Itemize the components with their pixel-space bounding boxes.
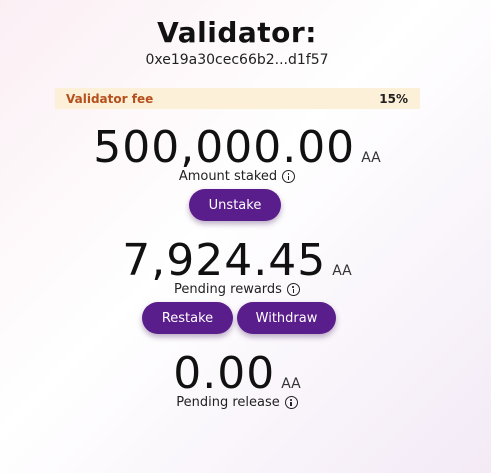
staked-caption-row: Amount staked [0, 169, 474, 184]
release-caption: Pending release [176, 395, 280, 410]
page-title: Validator: [157, 16, 317, 49]
withdraw-button[interactable]: Withdraw [237, 302, 336, 334]
info-icon[interactable] [286, 283, 300, 296]
rewards-unit: AA [332, 263, 352, 279]
release-amount: 0.00 [173, 348, 276, 399]
validator-page: Validator: 0xe19a30cec66b2...d1f57 Valid… [0, 0, 491, 473]
rewards-caption-row: Pending rewards [0, 282, 474, 297]
rewards-amount-row: 7,924.45 AA [0, 235, 474, 286]
validator-fee-label: Validator fee [66, 91, 154, 106]
staked-amount-row: 500,000.00 AA [0, 122, 474, 173]
info-icon[interactable] [282, 170, 296, 183]
rewards-caption: Pending rewards [174, 282, 282, 297]
restake-button[interactable]: Restake [142, 302, 233, 334]
validator-address: 0xe19a30cec66b2...d1f57 [145, 52, 329, 68]
rewards-amount: 7,924.45 [122, 235, 327, 286]
release-caption-row: Pending release [0, 395, 474, 410]
info-icon[interactable] [284, 396, 298, 409]
release-unit: AA [281, 376, 301, 392]
staked-caption: Amount staked [178, 169, 278, 184]
validator-fee-bar: Validator fee 15% [55, 88, 420, 109]
unstake-button[interactable]: Unstake [189, 189, 281, 221]
validator-fee-value: 15% [379, 91, 408, 106]
release-amount-row: 0.00 AA [0, 348, 474, 399]
staked-amount: 500,000.00 [93, 122, 356, 173]
staked-unit: AA [361, 150, 381, 166]
